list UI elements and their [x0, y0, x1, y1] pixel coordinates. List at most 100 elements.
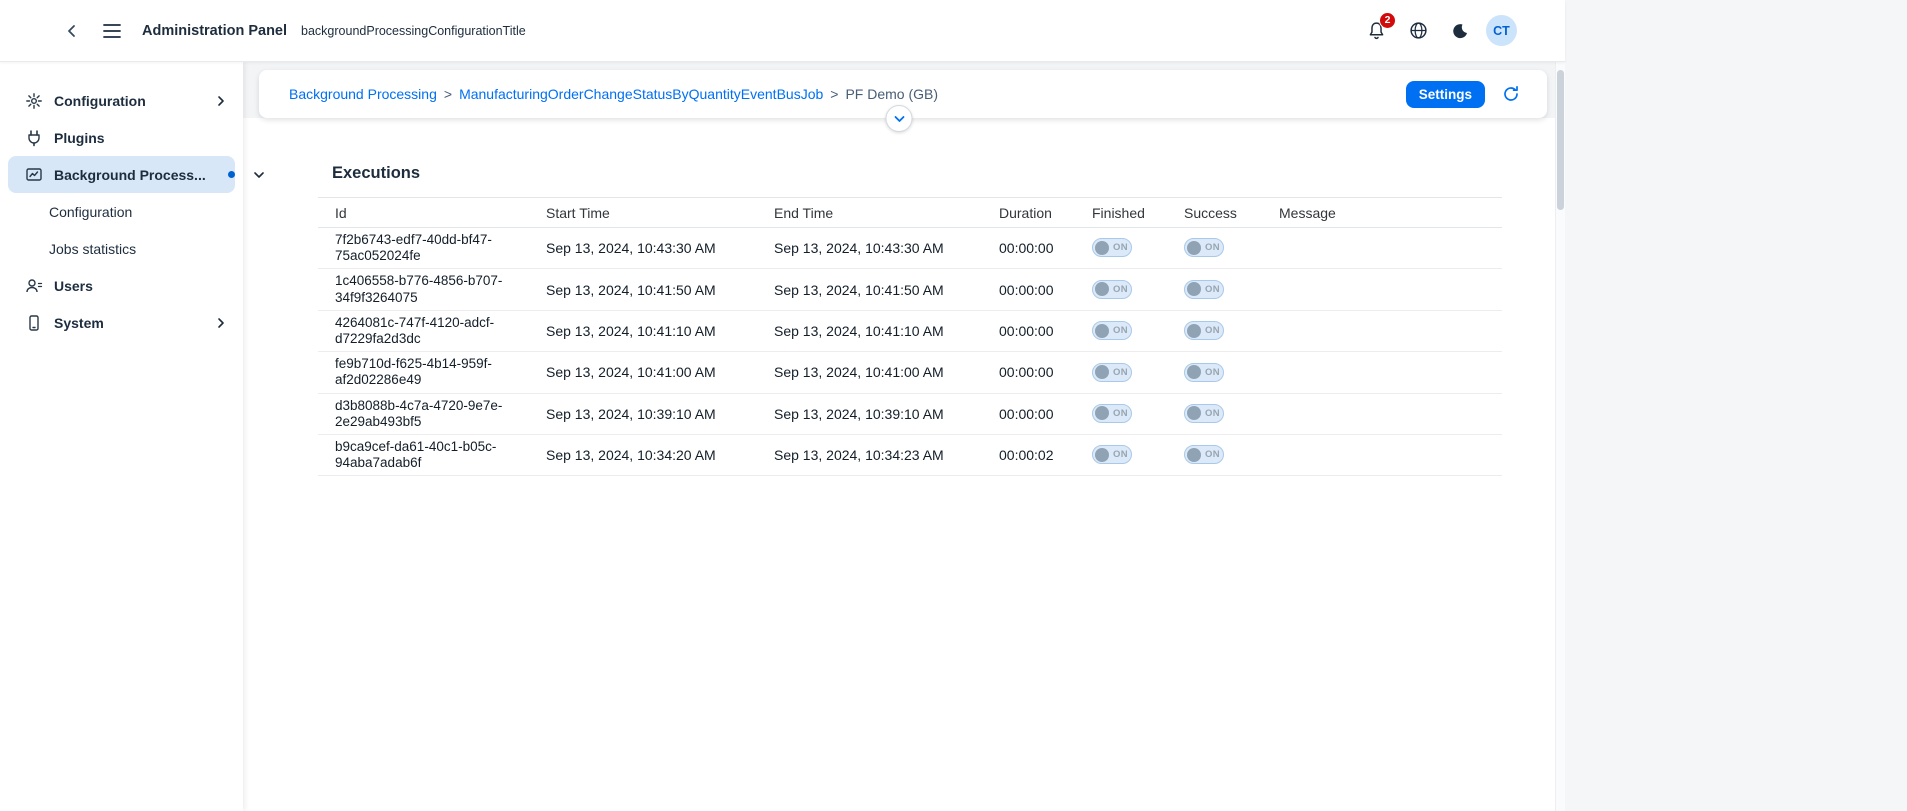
column-header-duration: Duration — [991, 198, 1084, 228]
users-icon — [25, 277, 43, 295]
chevron-down-icon — [892, 112, 906, 126]
execution-id: b9ca9cef-da61-40c1-b05c-94aba7adab6f — [318, 434, 538, 475]
execution-start-time: Sep 13, 2024, 10:39:10 AM — [538, 393, 766, 434]
execution-row[interactable]: 7f2b6743-edf7-40dd-bf47-75ac052024fe Sep… — [318, 228, 1502, 269]
execution-message — [1271, 352, 1502, 393]
sidebar-subitem-label: Configuration — [49, 204, 132, 220]
execution-duration: 00:00:00 — [991, 310, 1084, 351]
execution-row[interactable]: 4264081c-747f-4120-adcf-d7229fa2d3dc Sep… — [318, 310, 1502, 351]
finished-toggle: ON — [1092, 363, 1132, 382]
execution-start-time: Sep 13, 2024, 10:41:50 AM — [538, 269, 766, 310]
toggle-knob — [1095, 365, 1109, 379]
notification-badge: 2 — [1379, 12, 1396, 29]
toggle-label: ON — [1205, 325, 1220, 336]
finished-toggle: ON — [1092, 404, 1132, 423]
system-icon — [25, 314, 43, 332]
executions-section: Executions Id Start Time End Time Durati… — [318, 164, 1502, 476]
execution-row[interactable]: d3b8088b-4c7a-4720-9e7e-2e29ab493bf5 Sep… — [318, 393, 1502, 434]
sidebar-item-label: Background Process... — [54, 167, 206, 183]
execution-message — [1271, 228, 1502, 269]
column-header-end-time: End Time — [766, 198, 991, 228]
breadcrumb: Background Processing > ManufacturingOrd… — [289, 86, 938, 102]
sidebar-item-system[interactable]: System — [0, 304, 243, 341]
chevron-right-icon — [215, 95, 227, 107]
execution-message — [1271, 269, 1502, 310]
user-avatar[interactable]: CT — [1486, 15, 1517, 46]
execution-end-time: Sep 13, 2024, 10:41:50 AM — [766, 269, 991, 310]
toggle-knob — [1095, 241, 1109, 255]
refresh-icon — [1502, 85, 1520, 103]
collapse-panel-button[interactable] — [886, 105, 913, 132]
toggle-knob — [1187, 365, 1201, 379]
execution-end-time: Sep 13, 2024, 10:43:30 AM — [766, 228, 991, 269]
menu-toggle-button[interactable] — [96, 15, 128, 47]
sidebar: Configuration Plugins Background Process… — [0, 62, 243, 811]
topbar-actions: 2 CT — [1360, 15, 1517, 47]
sidebar-item-label: System — [54, 315, 104, 331]
sidebar-item-label: Users — [54, 278, 93, 294]
success-toggle: ON — [1184, 238, 1224, 257]
moon-icon — [1451, 22, 1469, 40]
notifications-button[interactable]: 2 — [1360, 15, 1392, 47]
toggle-knob — [1187, 406, 1201, 420]
globe-icon — [1409, 21, 1428, 40]
finished-toggle: ON — [1092, 238, 1132, 257]
execution-start-time: Sep 13, 2024, 10:41:10 AM — [538, 310, 766, 351]
executions-title: Executions — [332, 164, 1502, 183]
success-toggle: ON — [1184, 321, 1224, 340]
toggle-knob — [1187, 448, 1201, 462]
execution-end-time: Sep 13, 2024, 10:39:10 AM — [766, 393, 991, 434]
execution-message — [1271, 434, 1502, 475]
sidebar-item-users[interactable]: Users — [0, 267, 243, 304]
sidebar-item-configuration[interactable]: Configuration — [0, 82, 243, 119]
topbar: Administration Panel backgroundProcessin… — [0, 0, 1565, 62]
breadcrumb-link-background-processing[interactable]: Background Processing — [289, 86, 437, 102]
execution-id: fe9b710d-f625-4b14-959f-af2d02286e49 — [318, 352, 538, 393]
toggle-knob — [1095, 282, 1109, 296]
execution-row[interactable]: b9ca9cef-da61-40c1-b05c-94aba7adab6f Sep… — [318, 434, 1502, 475]
sidebar-subitem-configuration[interactable]: Configuration — [0, 193, 243, 230]
refresh-button[interactable] — [1495, 78, 1527, 110]
success-toggle: ON — [1184, 280, 1224, 299]
success-toggle: ON — [1184, 404, 1224, 423]
execution-end-time: Sep 13, 2024, 10:34:23 AM — [766, 434, 991, 475]
scrollbar-thumb[interactable] — [1557, 70, 1564, 210]
toggle-label: ON — [1113, 284, 1128, 295]
sidebar-subitem-jobs-statistics[interactable]: Jobs statistics — [0, 230, 243, 267]
execution-end-time: Sep 13, 2024, 10:41:10 AM — [766, 310, 991, 351]
back-button[interactable] — [56, 15, 88, 47]
execution-duration: 00:00:00 — [991, 352, 1084, 393]
breadcrumb-link-job[interactable]: ManufacturingOrderChangeStatusByQuantity… — [459, 86, 823, 102]
toggle-label: ON — [1113, 242, 1128, 253]
sidebar-item-plugins[interactable]: Plugins — [0, 119, 243, 156]
vertical-scrollbar — [1555, 62, 1565, 811]
execution-end-time: Sep 13, 2024, 10:41:00 AM — [766, 352, 991, 393]
language-button[interactable] — [1402, 15, 1434, 47]
execution-id: 7f2b6743-edf7-40dd-bf47-75ac052024fe — [318, 228, 538, 269]
execution-id: 4264081c-747f-4120-adcf-d7229fa2d3dc — [318, 310, 538, 351]
main-content: Background Processing > ManufacturingOrd… — [243, 62, 1555, 811]
column-header-success: Success — [1176, 198, 1271, 228]
theme-toggle-button[interactable] — [1444, 15, 1476, 47]
settings-button[interactable]: Settings — [1406, 81, 1485, 108]
active-indicator-dot — [228, 171, 235, 178]
toggle-knob — [1187, 324, 1201, 338]
finished-toggle: ON — [1092, 280, 1132, 299]
chevron-down-icon — [253, 169, 265, 181]
execution-row[interactable]: 1c406558-b776-4856-b707-34f9f3264075 Sep… — [318, 269, 1502, 310]
toggle-label: ON — [1113, 408, 1128, 419]
sidebar-item-label: Configuration — [54, 93, 146, 109]
sidebar-item-background-processing[interactable]: Background Process... — [8, 156, 235, 193]
execution-duration: 00:00:00 — [991, 269, 1084, 310]
execution-id: d3b8088b-4c7a-4720-9e7e-2e29ab493bf5 — [318, 393, 538, 434]
execution-row[interactable]: fe9b710d-f625-4b14-959f-af2d02286e49 Sep… — [318, 352, 1502, 393]
hamburger-icon — [103, 24, 121, 38]
execution-duration: 00:00:00 — [991, 393, 1084, 434]
plug-icon — [25, 129, 43, 147]
breadcrumb-separator: > — [830, 86, 838, 102]
column-header-message: Message — [1271, 198, 1502, 228]
sidebar-item-label: Plugins — [54, 130, 105, 146]
app-window: Administration Panel backgroundProcessin… — [0, 0, 1565, 811]
execution-message — [1271, 393, 1502, 434]
execution-start-time: Sep 13, 2024, 10:34:20 AM — [538, 434, 766, 475]
